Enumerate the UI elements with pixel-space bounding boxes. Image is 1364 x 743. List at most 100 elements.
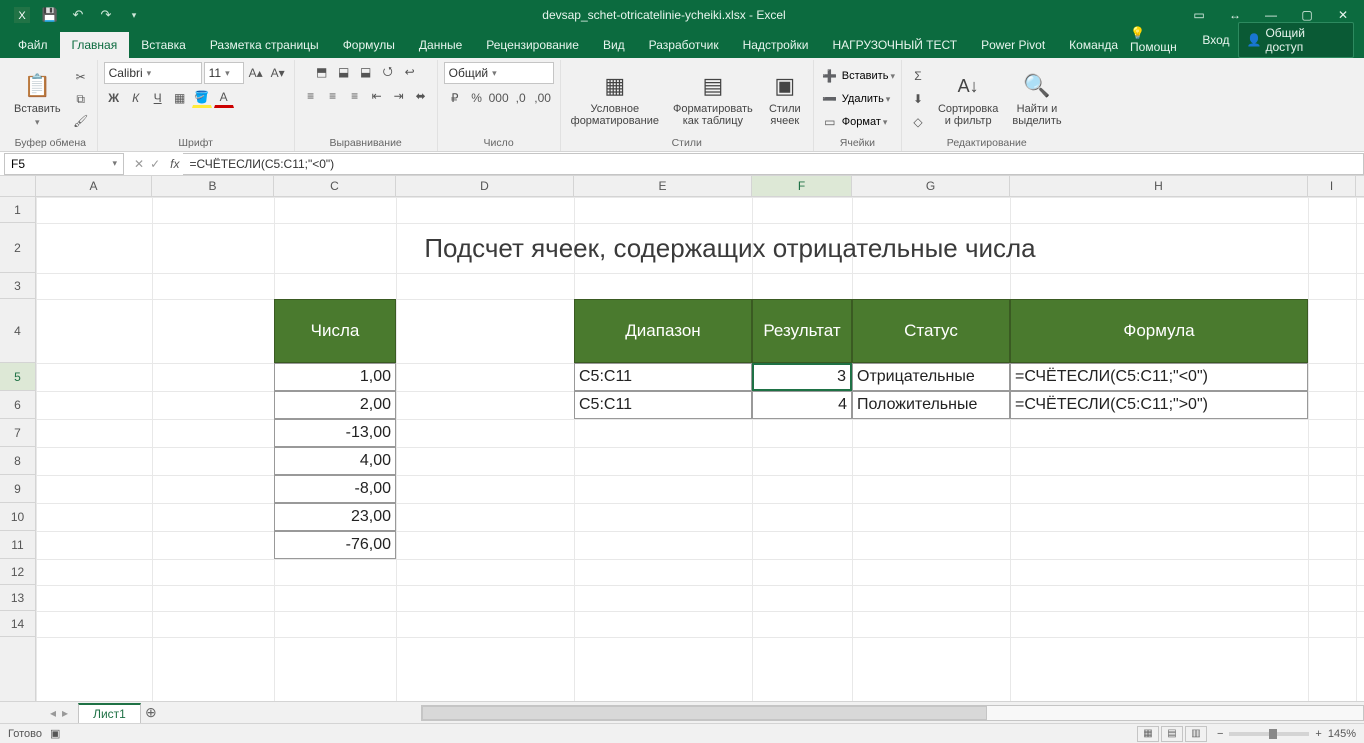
cell-result-0[interactable]: 3 [752,363,852,391]
row-header-2[interactable]: 2 [0,223,35,273]
macro-record-icon[interactable]: ▣ [50,727,60,740]
sort-filter-button[interactable]: A↓Сортировка и фильтр [934,69,1002,129]
align-right-icon[interactable]: ≡ [345,86,365,106]
cell-range-1[interactable]: C5:C11 [574,391,752,419]
column-headers[interactable]: ABCDEFGHI [36,176,1364,197]
share-button[interactable]: 👤 Общий доступ [1238,22,1354,58]
increase-decimal-icon[interactable]: ,0 [511,88,531,108]
cell-number-5[interactable]: 23,00 [274,503,396,531]
cell-header-E[interactable]: Диапазон [574,299,752,363]
cell-header-F[interactable]: Результат [752,299,852,363]
normal-view-icon[interactable]: ▦ [1137,726,1159,742]
wrap-text-icon[interactable]: ↩ [400,62,420,82]
col-header-G[interactable]: G [852,176,1010,196]
add-sheet-icon[interactable]: ⊕ [141,704,161,721]
cell-status-1[interactable]: Положительные [852,391,1010,419]
tab-review[interactable]: Рецензирование [474,32,591,58]
row-header-12[interactable]: 12 [0,559,35,585]
enter-formula-icon[interactable]: ✓ [150,157,160,171]
font-name-combo[interactable]: Calibri▾ [104,62,202,84]
tab-team[interactable]: Команда [1057,32,1130,58]
cell-number-2[interactable]: -13,00 [274,419,396,447]
bold-icon[interactable]: Ж [104,88,124,108]
thousands-icon[interactable]: 000 [489,88,509,108]
cell-result-1[interactable]: 4 [752,391,852,419]
sheet-nav-next-icon[interactable]: ▸ [62,706,68,720]
cell-number-4[interactable]: -8,00 [274,475,396,503]
zoom-level[interactable]: 145% [1328,728,1356,740]
align-top-icon[interactable]: ⬒ [312,62,332,82]
row-headers[interactable]: 1234567891011121314 [0,197,36,701]
row-header-1[interactable]: 1 [0,197,35,223]
insert-cells-button[interactable]: ➕Вставить▾ [820,66,895,86]
col-header-D[interactable]: D [396,176,574,196]
save-icon[interactable]: 💾 [38,3,62,27]
row-header-6[interactable]: 6 [0,391,35,419]
format-painter-icon[interactable]: 🖌 [71,111,91,131]
row-header-10[interactable]: 10 [0,503,35,531]
zoom-out-icon[interactable]: − [1217,728,1223,740]
row-header-8[interactable]: 8 [0,447,35,475]
tab-data[interactable]: Данные [407,32,474,58]
paste-button[interactable]: 📋 Вставить ▾ [10,69,65,130]
cell-header-H[interactable]: Формула [1010,299,1308,363]
find-select-button[interactable]: 🔍Найти и выделить [1008,69,1065,129]
cell-range-0[interactable]: C5:C11 [574,363,752,391]
cell-formula-1[interactable]: =СЧЁТЕСЛИ(C5:C11;">0") [1010,391,1308,419]
cell-number-6[interactable]: -76,00 [274,531,396,559]
row-header-11[interactable]: 11 [0,531,35,559]
cell-status-0[interactable]: Отрицательные [852,363,1010,391]
cells-grid[interactable]: Подсчет ячеек, содержащих отрицательные … [36,197,1364,701]
border-icon[interactable]: ▦ [170,88,190,108]
format-cells-button[interactable]: ▭Формат▾ [820,112,895,132]
col-header-I[interactable]: I [1308,176,1356,196]
increase-indent-icon[interactable]: ⇥ [389,86,409,106]
tab-formulas[interactable]: Формулы [331,32,407,58]
conditional-formatting-button[interactable]: ▦Условное форматирование [567,69,663,129]
clear-icon[interactable]: ◇ [908,112,928,132]
decrease-font-icon[interactable]: A▾ [268,63,288,83]
delete-cells-button[interactable]: ➖Удалить▾ [820,89,895,109]
format-as-table-button[interactable]: ▤Форматировать как таблицу [669,69,757,129]
decrease-decimal-icon[interactable]: ,00 [533,88,553,108]
cell-title[interactable]: Подсчет ячеек, содержащих отрицательные … [152,223,1308,273]
col-header-C[interactable]: C [274,176,396,196]
row-header-14[interactable]: 14 [0,611,35,637]
cell-number-1[interactable]: 2,00 [274,391,396,419]
tell-me[interactable]: 💡 Помощн [1130,26,1194,54]
formula-bar[interactable]: =СЧЁТЕСЛИ(C5:C11;"<0") [183,153,1364,175]
underline-icon[interactable]: Ч [148,88,168,108]
tab-insert[interactable]: Вставка [129,32,198,58]
fill-color-icon[interactable]: 🪣 [192,88,212,108]
tab-view[interactable]: Вид [591,32,637,58]
cell-formula-0[interactable]: =СЧЁТЕСЛИ(C5:C11;"<0") [1010,363,1308,391]
sign-in[interactable]: Вход [1202,33,1229,47]
number-format-combo[interactable]: Общий▾ [444,62,554,84]
font-size-combo[interactable]: 11▾ [204,62,244,84]
orientation-icon[interactable]: ⭯ [378,62,398,82]
cell-styles-button[interactable]: ▣Стили ячеек [763,69,807,129]
zoom-slider[interactable] [1229,732,1309,736]
tab-loadtest[interactable]: НАГРУЗОЧНЫЙ ТЕСТ [820,32,969,58]
col-header-B[interactable]: B [152,176,274,196]
decrease-indent-icon[interactable]: ⇤ [367,86,387,106]
row-header-13[interactable]: 13 [0,585,35,611]
fx-icon[interactable]: fx [170,157,179,171]
col-header-A[interactable]: A [36,176,152,196]
select-all-corner[interactable] [0,176,36,197]
horizontal-scrollbar[interactable] [421,705,1364,721]
currency-icon[interactable]: ₽ [445,88,465,108]
tab-pagelayout[interactable]: Разметка страницы [198,32,331,58]
align-middle-icon[interactable]: ⬓ [334,62,354,82]
tab-home[interactable]: Главная [60,32,130,58]
sheet-nav-prev-icon[interactable]: ◂ [50,706,56,720]
row-header-7[interactable]: 7 [0,419,35,447]
qat-more-icon[interactable]: ▾ [122,3,146,27]
font-color-icon[interactable]: A [214,88,234,108]
align-center-icon[interactable]: ≡ [323,86,343,106]
autosum-icon[interactable]: Σ [908,66,928,86]
zoom-in-icon[interactable]: + [1315,728,1321,740]
worksheet[interactable]: ABCDEFGHI 1234567891011121314 Подсчет яч… [0,176,1364,701]
row-header-9[interactable]: 9 [0,475,35,503]
tab-powerpivot[interactable]: Power Pivot [969,32,1057,58]
